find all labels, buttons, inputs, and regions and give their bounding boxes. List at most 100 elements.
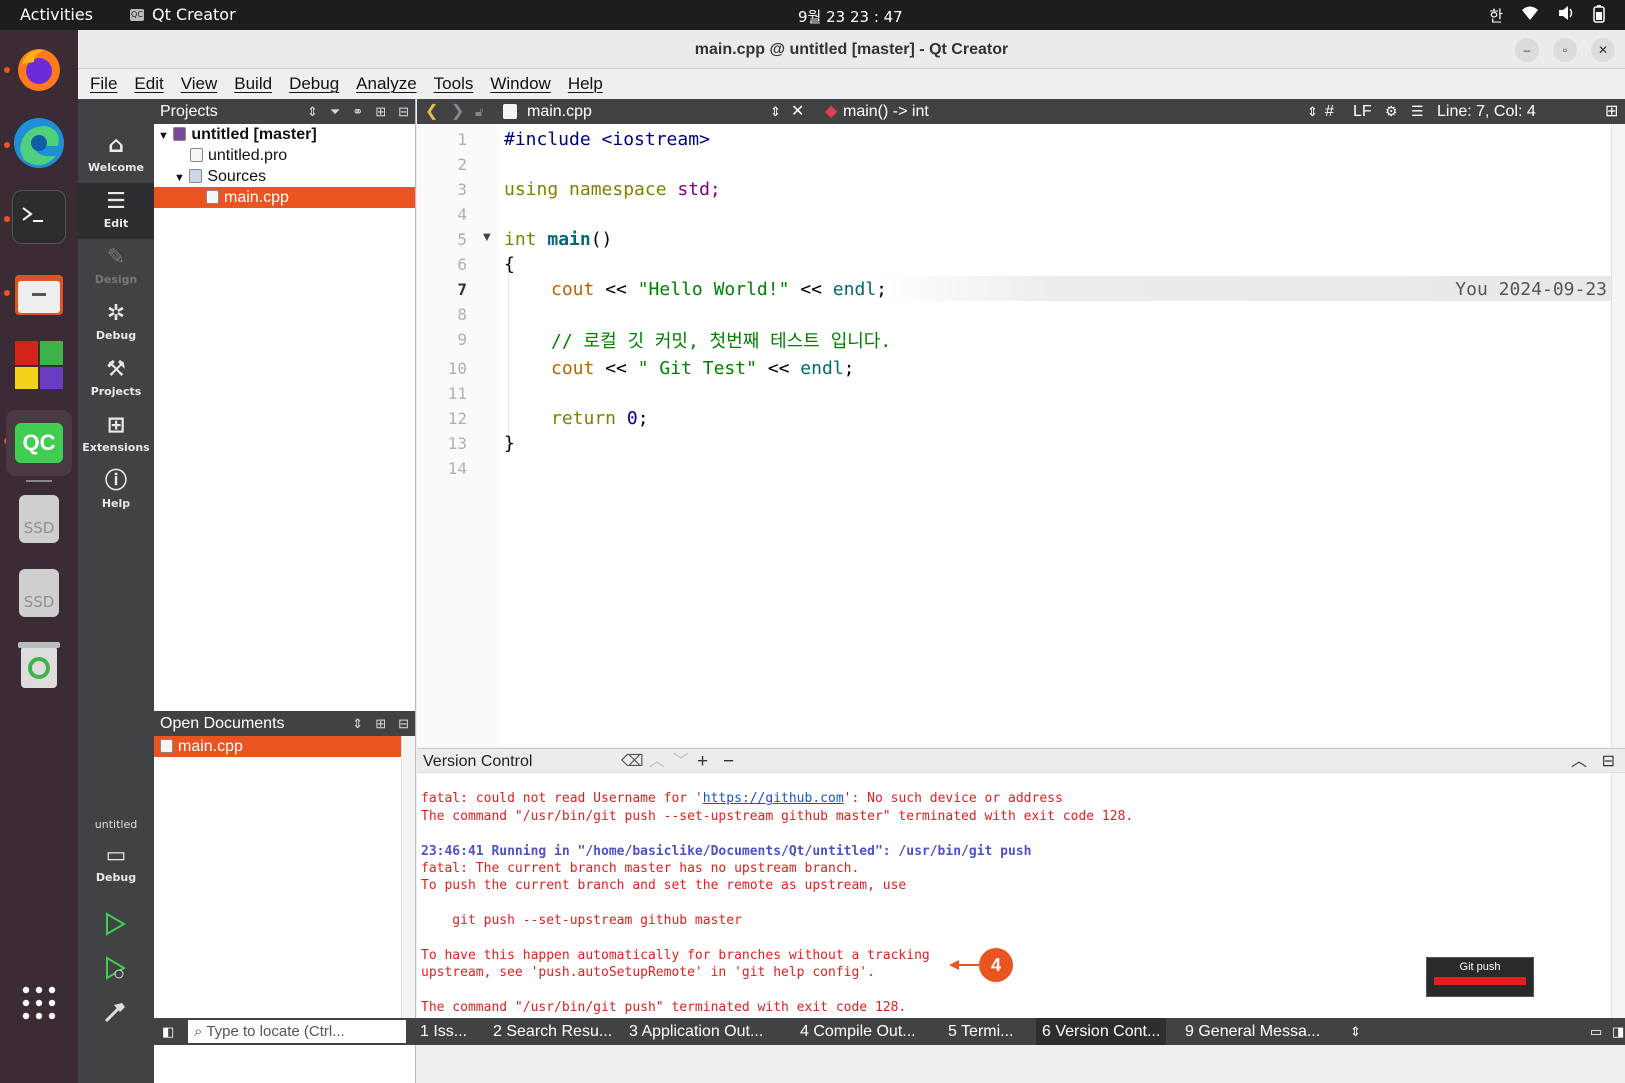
menu-file[interactable]: File — [90, 69, 117, 99]
zoom-out-icon[interactable]: − — [723, 749, 734, 774]
projects-title[interactable]: Projects — [160, 103, 218, 120]
line-number-gutter[interactable]: 1 2 3 4 5 6 7 8 9 10 11 12 13 14 ▼ — [417, 124, 499, 747]
scrollbar[interactable] — [401, 736, 415, 1020]
chevron-down-icon[interactable]: ﹀ — [673, 749, 689, 774]
output-link[interactable]: https://github.com — [703, 791, 844, 806]
minimize-button[interactable]: – — [1515, 38, 1539, 62]
store-icon[interactable] — [12, 338, 66, 392]
close-document-icon[interactable]: ✕ — [791, 99, 804, 124]
fold-chevron-icon[interactable]: ▼ — [483, 232, 491, 243]
chevron-down-icon[interactable]: ▼ — [158, 130, 169, 142]
sort-icon[interactable]: ⇕ — [352, 711, 363, 736]
close-pane-icon[interactable]: ⊟ — [1602, 749, 1615, 774]
symbol-selector[interactable]: main() -> int — [843, 99, 929, 124]
mode-debug[interactable]: ✲ Debug — [78, 295, 154, 351]
run-icon[interactable] — [102, 911, 128, 941]
code-area[interactable]: #include <iostream> using namespace std;… — [500, 124, 1611, 747]
clock[interactable]: 9월 23 23 : 47 — [798, 6, 903, 27]
debug-run-icon[interactable] — [102, 955, 128, 985]
split-editor-icon[interactable]: ⊞ — [1605, 99, 1618, 124]
filter-icon[interactable]: ⏷ — [330, 99, 340, 124]
hash-indicator[interactable]: # — [1325, 99, 1334, 124]
trash-icon[interactable] — [12, 638, 66, 692]
activities-button[interactable]: Activities — [20, 5, 93, 24]
mode-welcome[interactable]: ⌂ Welcome — [78, 127, 154, 183]
app-grid-icon[interactable] — [12, 976, 66, 1030]
locator-input[interactable]: ⌕ Type to locate (Ctrl... — [188, 1020, 406, 1043]
kit-selector[interactable]: ▭ Debug — [78, 837, 154, 893]
forward-arrow-icon[interactable]: ❯ — [451, 99, 464, 124]
mode-projects[interactable]: ⚒ Projects — [78, 351, 154, 407]
zoom-in-icon[interactable]: + — [697, 749, 708, 774]
toggle-right-sidebar-icon[interactable]: ◨ — [1612, 1018, 1624, 1045]
firefox-icon[interactable] — [12, 42, 66, 96]
mode-edit[interactable]: ☰ Edit — [78, 183, 154, 239]
tree-item-sources[interactable]: ▼ Sources — [154, 166, 415, 187]
lock-icon[interactable]: 🔓︎ — [475, 99, 483, 124]
tab-version-control[interactable]: 6 Version Cont... — [1036, 1018, 1167, 1045]
editor-file-name[interactable]: main.cpp — [527, 99, 592, 124]
terminal-icon[interactable] — [12, 190, 66, 244]
menu-edit[interactable]: Edit — [134, 69, 163, 99]
maximize-button[interactable]: ▫ — [1553, 38, 1577, 62]
chevron-up-icon[interactable]: ︿ — [649, 749, 665, 774]
tree-item-project[interactable]: ▼ untitled [master] — [154, 124, 415, 145]
open-document-item[interactable]: main.cpp — [154, 736, 401, 757]
toggle-sidebar-icon[interactable]: ◧ — [162, 1018, 174, 1045]
input-method-indicator[interactable]: 한 — [1489, 5, 1503, 27]
window-titlebar[interactable]: main.cpp @ untitled [master] - Qt Creato… — [78, 30, 1625, 69]
line-ending-selector[interactable]: LF — [1353, 99, 1372, 124]
cursor-position[interactable]: Line: 7, Col: 4 — [1437, 99, 1536, 124]
progress-details-icon[interactable]: ▭ — [1590, 1018, 1602, 1045]
open-documents-title[interactable]: Open Documents — [160, 715, 285, 732]
symbol-dropdown-icon[interactable]: ⇕ — [1307, 99, 1318, 124]
split-icon[interactable]: ⊞ — [375, 711, 386, 736]
close-pane-icon[interactable]: ⊟ — [398, 99, 409, 124]
output-scrollbar[interactable] — [1611, 773, 1625, 1018]
menu-build[interactable]: Build — [234, 69, 272, 99]
document-icon[interactable]: ☰ — [1411, 99, 1424, 124]
edge-icon[interactable] — [12, 116, 66, 170]
tree-item-pro-file[interactable]: untitled.pro — [154, 145, 415, 166]
link-icon[interactable]: ⚭ — [352, 99, 363, 124]
drive-icon[interactable]: SSD — [12, 492, 66, 546]
git-push-progress-popup[interactable]: Git push — [1426, 957, 1534, 997]
tab-issues[interactable]: 1 Iss... — [420, 1018, 467, 1045]
system-tray[interactable]: 한 — [1489, 5, 1605, 27]
git-blame-annotation[interactable]: You 2024-09-23 — [1455, 277, 1607, 302]
mode-extensions[interactable]: ⊞ Extensions — [78, 407, 154, 463]
tab-general-messages[interactable]: 9 General Messa... — [1185, 1018, 1320, 1045]
split-icon[interactable]: ⊞ — [375, 99, 386, 124]
menu-tools[interactable]: Tools — [434, 69, 474, 99]
volume-icon[interactable] — [1557, 5, 1575, 27]
build-hammer-icon[interactable] — [102, 999, 128, 1029]
file-dropdown-icon[interactable]: ⇕ — [770, 99, 781, 124]
battery-icon[interactable] — [1593, 5, 1605, 27]
editor-scrollbar[interactable] — [1611, 124, 1625, 747]
wifi-icon[interactable] — [1521, 5, 1539, 27]
close-pane-icon[interactable]: ⊟ — [398, 711, 409, 736]
tab-compile-output[interactable]: 4 Compile Out... — [800, 1018, 916, 1045]
more-tabs-icon[interactable]: ⇕ — [1350, 1018, 1361, 1045]
tab-search-results[interactable]: 2 Search Resu... — [493, 1018, 612, 1045]
back-arrow-icon[interactable]: ❮ — [425, 99, 438, 124]
sort-icon[interactable]: ⇕ — [307, 99, 318, 124]
chevron-down-icon[interactable]: ▼ — [174, 172, 185, 184]
app-menu[interactable]: QC Qt Creator — [130, 5, 236, 24]
qt-creator-dock-icon[interactable]: QC — [6, 410, 72, 476]
menu-window[interactable]: Window — [490, 69, 550, 99]
menu-debug[interactable]: Debug — [289, 69, 339, 99]
mode-help[interactable]: ⓘ Help — [78, 463, 154, 519]
files-icon[interactable] — [12, 266, 66, 320]
mode-design[interactable]: ✎ Design — [78, 239, 154, 295]
tab-application-output[interactable]: 3 Application Out... — [629, 1018, 763, 1045]
menu-analyze[interactable]: Analyze — [356, 69, 416, 99]
maximize-pane-icon[interactable]: ︿ — [1571, 749, 1587, 774]
menu-view[interactable]: View — [181, 69, 218, 99]
encoding-icon[interactable]: ⚙ — [1385, 99, 1398, 124]
drive-icon[interactable]: SSD — [12, 566, 66, 620]
close-button[interactable]: ✕ — [1591, 38, 1615, 62]
clear-output-icon[interactable]: ⌫ — [621, 749, 644, 774]
tree-item-main-cpp[interactable]: main.cpp — [154, 187, 415, 208]
tab-terminal[interactable]: 5 Termi... — [948, 1018, 1014, 1045]
